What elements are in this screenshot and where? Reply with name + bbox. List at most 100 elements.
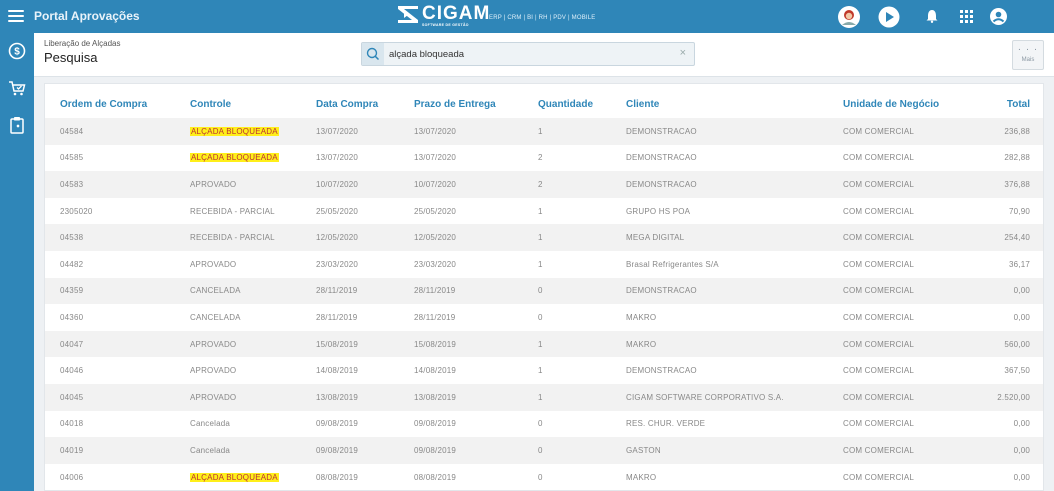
cell-quantidade: 1: [538, 330, 626, 358]
cell-cliente: GRUPO HS POA: [626, 206, 691, 216]
cell-quantidade: 1: [538, 224, 626, 251]
table-row[interactable]: 04585 ALÇADA BLOQUEADA 13/07/2020 13/07/202…: [45, 145, 1043, 172]
cell-unidade: COM COMERCIAL: [843, 206, 915, 216]
table-row[interactable]: 04006 ALÇADA BLOQUEADA 08/08/2019 08/08/201…: [45, 464, 1043, 491]
cell-quantidade: 1: [538, 259, 543, 269]
cigam-logo: CIGAM SOFTWARE DE GESTÃO: [398, 4, 490, 27]
search-icon: [366, 47, 380, 61]
cell-total: 0,00: [1013, 419, 1030, 429]
cell-data-compra: 13/07/2020: [316, 153, 359, 163]
bell-icon[interactable]: [925, 9, 939, 23]
table-row[interactable]: 04018 Cancelada 09/08/2019 09/08/2019 0 RES. …: [45, 411, 1043, 438]
cell-unidade: COM COMERCIAL: [843, 383, 983, 411]
cell-total: 70,90: [1008, 206, 1030, 216]
cell-unidade: COM COMERCIAL: [843, 224, 983, 251]
table-row[interactable]: 04019 Cancelada 09/08/2019 09/08/2019 0 GASTO…: [45, 437, 1043, 464]
col-controle[interactable]: Controle: [190, 90, 316, 118]
account-icon[interactable]: [990, 8, 1007, 25]
cell-prazo: 14/08/2019: [414, 366, 457, 376]
table-row[interactable]: 04538 RECEBIDA - PARCIAL 12/05/2020 12/05/2…: [45, 224, 1043, 251]
cell-controle: RECEBIDA - PARCIAL: [190, 224, 316, 251]
sidebar: $: [0, 33, 34, 491]
cell-data-compra: 08/08/2019: [316, 472, 359, 482]
breadcrumb: Liberação de Alçadas: [44, 39, 121, 48]
cell-ordem: 04047: [45, 330, 190, 358]
cell-unidade: COM COMERCIAL: [843, 118, 983, 145]
cell-controle: ALÇADA BLOQUEADA: [190, 118, 316, 145]
cell-ordem: 04482: [60, 259, 84, 269]
table-row[interactable]: 04045 APROVADO 13/08/2019 13/08/2019 1 CIGAM …: [45, 383, 1043, 411]
col-data-compra[interactable]: Data Compra: [316, 90, 414, 118]
cell-controle: Cancelada: [190, 419, 231, 429]
col-cliente[interactable]: Cliente: [626, 90, 843, 118]
cell-controle: APROVADO: [190, 366, 237, 376]
cell-data-compra: 28/11/2019: [316, 312, 358, 322]
cell-ordem: 04359: [45, 277, 190, 305]
cell-cliente: DEMONSTRACAO: [626, 277, 843, 305]
clipboard-icon[interactable]: [8, 116, 26, 134]
cell-unidade: COM COMERCIAL: [843, 472, 915, 482]
hamburger-menu-icon[interactable]: [8, 8, 24, 24]
svg-text:$: $: [14, 47, 20, 58]
cell-controle: Cancelada: [190, 437, 316, 464]
money-icon[interactable]: $: [8, 42, 26, 60]
cell-total: 2.520,00: [983, 383, 1043, 411]
col-ordem-de-compra[interactable]: Ordem de Compra: [45, 90, 190, 118]
cell-quantidade: 1: [538, 206, 543, 216]
cell-data-compra: 15/08/2019: [316, 330, 414, 358]
apps-grid-icon[interactable]: [960, 10, 973, 23]
search-button[interactable]: [362, 43, 384, 65]
cell-cliente: DEMONSTRACAO: [626, 118, 843, 145]
status-badge: ALÇADA BLOQUEADA: [190, 126, 279, 136]
cell-prazo: 28/11/2019: [414, 312, 456, 322]
table-row[interactable]: 04584 ALÇADA BLOQUEADA 13/07/2020 13/07/202…: [45, 118, 1043, 145]
cell-data-compra: 10/07/2020: [316, 171, 414, 198]
cell-data-compra: 12/05/2020: [316, 224, 414, 251]
top-bar: Portal Aprovações CIGAM SOFTWARE DE GEST…: [0, 0, 1054, 33]
cell-quantidade: 1: [538, 383, 626, 411]
clear-search-icon[interactable]: ×: [680, 47, 686, 59]
col-quantidade[interactable]: Quantidade: [538, 90, 626, 118]
cell-unidade: COM COMERCIAL: [843, 277, 983, 305]
page-title: Pesquisa: [44, 50, 98, 65]
cell-total: 0,00: [1013, 312, 1030, 322]
table-row[interactable]: 04360 CANCELADA 28/11/2019 28/11/2019 0 MAKRO…: [45, 304, 1043, 331]
cell-controle: CANCELADA: [190, 277, 316, 305]
cell-ordem: 04583: [45, 171, 190, 198]
table-row[interactable]: 04047 APROVADO 15/08/2019 15/08/2019 1 MAKRO C…: [45, 330, 1043, 358]
cell-total: 0,00: [983, 277, 1043, 305]
cell-unidade: COM COMERCIAL: [843, 437, 983, 464]
table-row[interactable]: 04359 CANCELADA 28/11/2019 28/11/2019 0 DEMON…: [45, 277, 1043, 305]
table-row[interactable]: 04046 APROVADO 14/08/2019 14/08/2019 1 DEMONS…: [45, 357, 1043, 384]
table-row[interactable]: 04482 APROVADO 23/03/2020 23/03/2020 1 Brasal…: [45, 251, 1043, 278]
cell-prazo: 15/08/2019: [414, 330, 538, 358]
cell-ordem: 04018: [60, 419, 84, 429]
cell-ordem: 04045: [45, 383, 190, 411]
table-row[interactable]: 2305020 RECEBIDA - PARCIAL 25/05/2020 25/05…: [45, 198, 1043, 225]
col-total[interactable]: Total: [983, 90, 1043, 118]
cell-prazo: 08/08/2019: [414, 472, 457, 482]
cell-total: 0,00: [1013, 472, 1030, 482]
col-unidade-de-negocio[interactable]: Unidade de Negócio: [843, 90, 983, 118]
logo-mark-icon: [398, 5, 418, 23]
cell-data-compra: 23/03/2020: [316, 259, 359, 269]
cell-controle: APROVADO: [190, 259, 237, 269]
col-prazo-de-entrega[interactable]: Prazo de Entrega: [414, 90, 538, 118]
more-button[interactable]: · · · Mais: [1012, 40, 1044, 70]
cell-controle: ALÇADA BLOQUEADA: [190, 145, 316, 172]
search-input[interactable]: [389, 47, 669, 61]
play-icon[interactable]: [878, 6, 900, 28]
table-header-row: Ordem de Compra Controle Data Compra Pra…: [45, 90, 1043, 118]
cell-ordem: 04538: [45, 224, 190, 251]
cell-ordem: 04046: [60, 366, 84, 376]
avatar[interactable]: [838, 6, 860, 28]
table-row[interactable]: 04583 APROVADO 10/07/2020 10/07/2020 2 DEMONS…: [45, 171, 1043, 198]
cell-cliente: MEGA DIGITAL: [626, 224, 843, 251]
cell-total: 376,88: [983, 171, 1043, 198]
cell-prazo: 25/05/2020: [414, 206, 457, 216]
cell-total: 254,40: [983, 224, 1043, 251]
cell-total: 236,88: [983, 118, 1043, 145]
cell-quantidade: 0: [538, 437, 626, 464]
cart-icon[interactable]: [8, 79, 26, 97]
cell-quantidade: 2: [538, 153, 543, 163]
